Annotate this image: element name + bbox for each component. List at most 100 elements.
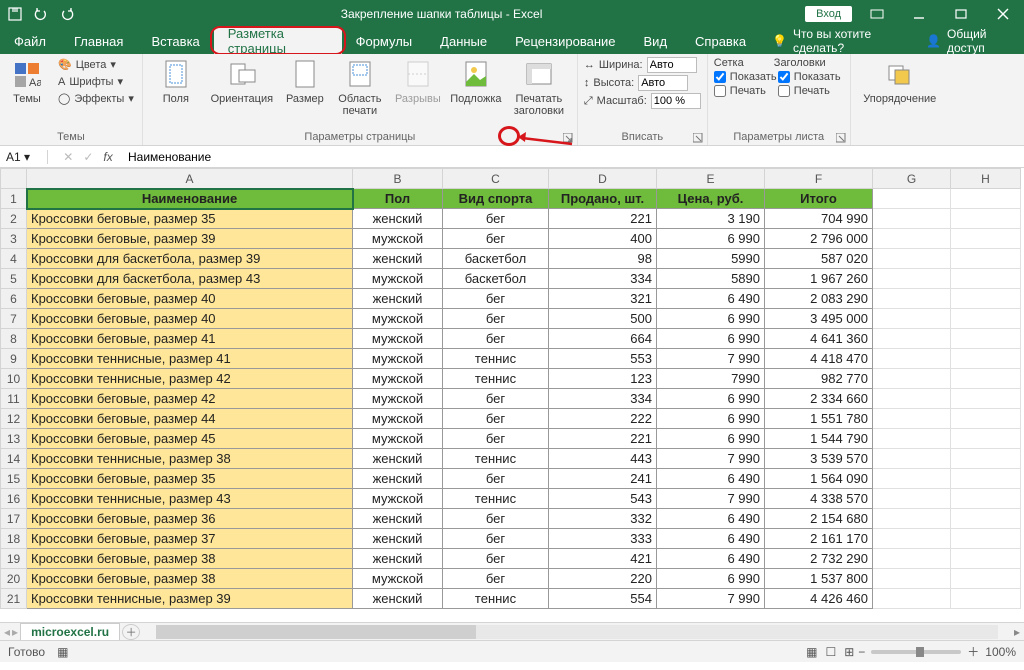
cell[interactable] — [951, 409, 1021, 429]
cell[interactable]: Кроссовки беговые, размер 45 — [27, 429, 353, 449]
cell[interactable] — [873, 389, 951, 409]
gridlines-print-check[interactable]: Печать — [714, 85, 774, 97]
cell[interactable]: 543 — [549, 489, 657, 509]
cell[interactable] — [951, 549, 1021, 569]
undo-icon[interactable] — [30, 3, 52, 25]
cell[interactable]: бег — [443, 389, 549, 409]
cell[interactable]: Кроссовки для баскетбола, размер 39 — [27, 249, 353, 269]
row-header[interactable]: 4 — [1, 249, 27, 269]
cell[interactable] — [873, 489, 951, 509]
row-header[interactable]: 14 — [1, 449, 27, 469]
cell[interactable] — [873, 329, 951, 349]
cell[interactable]: Кроссовки беговые, размер 35 — [27, 469, 353, 489]
col-header[interactable]: E — [657, 169, 765, 189]
tab-review[interactable]: Рецензирование — [501, 28, 629, 54]
cell[interactable]: 500 — [549, 309, 657, 329]
cell[interactable]: 400 — [549, 229, 657, 249]
cell[interactable] — [951, 369, 1021, 389]
orientation-button[interactable]: Ориентация — [207, 57, 277, 107]
cell[interactable]: 5890 — [657, 269, 765, 289]
cell[interactable]: 7 990 — [657, 489, 765, 509]
cell[interactable] — [873, 469, 951, 489]
cell[interactable]: 443 — [549, 449, 657, 469]
background-button[interactable]: Подложка — [449, 57, 503, 107]
cell[interactable]: 982 770 — [765, 369, 873, 389]
cell[interactable]: 123 — [549, 369, 657, 389]
row-header[interactable]: 12 — [1, 409, 27, 429]
cell[interactable]: баскетбол — [443, 249, 549, 269]
cell[interactable]: 664 — [549, 329, 657, 349]
cell[interactable]: Кроссовки теннисные, размер 38 — [27, 449, 353, 469]
tab-file[interactable]: Файл — [0, 28, 60, 54]
cell[interactable]: Кроссовки беговые, размер 40 — [27, 309, 353, 329]
row-header[interactable]: 18 — [1, 529, 27, 549]
zoom-out-icon[interactable]: − — [858, 645, 865, 659]
cell[interactable] — [873, 229, 951, 249]
view-page-break-icon[interactable]: ⊞ — [840, 645, 858, 659]
cell[interactable]: теннис — [443, 489, 549, 509]
cell[interactable] — [873, 409, 951, 429]
cell[interactable] — [951, 269, 1021, 289]
tab-page-layout[interactable]: Разметка страницы — [214, 28, 342, 54]
row-header[interactable]: 6 — [1, 289, 27, 309]
cell[interactable] — [951, 489, 1021, 509]
col-header[interactable]: G — [873, 169, 951, 189]
arrange-button[interactable]: Упорядочение — [857, 57, 943, 107]
cell[interactable]: 553 — [549, 349, 657, 369]
cell[interactable]: 241 — [549, 469, 657, 489]
cell[interactable]: Кроссовки теннисные, размер 39 — [27, 589, 353, 609]
themes-button[interactable]: Aa Темы — [6, 57, 48, 107]
width-input[interactable] — [647, 57, 697, 73]
theme-colors[interactable]: 🎨Цвета ▾ — [56, 57, 136, 72]
scroll-right-icon[interactable]: ▸ — [1010, 625, 1024, 639]
row-header[interactable]: 9 — [1, 349, 27, 369]
cell[interactable]: 334 — [549, 269, 657, 289]
cell[interactable] — [873, 529, 951, 549]
cell[interactable]: 1 967 260 — [765, 269, 873, 289]
cell[interactable]: 222 — [549, 409, 657, 429]
formula-input[interactable] — [128, 150, 528, 164]
row-header[interactable]: 11 — [1, 389, 27, 409]
cell[interactable]: мужской — [353, 489, 443, 509]
breaks-button[interactable]: Разрывы — [391, 57, 445, 107]
sheet-tab[interactable]: microexcel.ru — [20, 623, 120, 640]
cell[interactable] — [873, 589, 951, 609]
table-header-cell[interactable]: Цена, руб. — [657, 189, 765, 209]
cell[interactable]: Кроссовки беговые, размер 39 — [27, 229, 353, 249]
cell[interactable]: 6 990 — [657, 329, 765, 349]
cell[interactable]: 4 338 570 — [765, 489, 873, 509]
col-header[interactable]: H — [951, 169, 1021, 189]
cell[interactable]: 6 490 — [657, 289, 765, 309]
print-titles-button[interactable]: Печатать заголовки — [507, 57, 571, 119]
ribbon-display-icon[interactable] — [860, 4, 894, 24]
cell[interactable]: бег — [443, 309, 549, 329]
cell[interactable]: бег — [443, 569, 549, 589]
cell[interactable]: 7 990 — [657, 449, 765, 469]
cell[interactable]: 6 990 — [657, 429, 765, 449]
cell[interactable]: 221 — [549, 429, 657, 449]
cell[interactable]: 98 — [549, 249, 657, 269]
cell[interactable] — [951, 249, 1021, 269]
tab-insert[interactable]: Вставка — [137, 28, 213, 54]
table-header-cell[interactable]: Наименование — [27, 189, 353, 209]
cell[interactable]: 5990 — [657, 249, 765, 269]
cell[interactable]: женский — [353, 529, 443, 549]
cell[interactable]: 2 732 290 — [765, 549, 873, 569]
cell[interactable]: 2 161 170 — [765, 529, 873, 549]
cell[interactable]: 221 — [549, 209, 657, 229]
cell[interactable] — [951, 449, 1021, 469]
cell[interactable]: бег — [443, 289, 549, 309]
row-header[interactable]: 7 — [1, 309, 27, 329]
cell[interactable]: женский — [353, 249, 443, 269]
scale-input[interactable] — [651, 93, 701, 109]
cell[interactable]: бег — [443, 469, 549, 489]
cell[interactable]: женский — [353, 589, 443, 609]
cell[interactable]: 6 990 — [657, 409, 765, 429]
cell[interactable]: мужской — [353, 269, 443, 289]
cancel-icon[interactable]: ✕ — [63, 150, 73, 164]
cell[interactable]: 6 490 — [657, 529, 765, 549]
view-normal-icon[interactable]: ▦ — [802, 645, 821, 659]
cell[interactable] — [951, 569, 1021, 589]
minimize-icon[interactable] — [902, 4, 936, 24]
tab-home[interactable]: Главная — [60, 28, 137, 54]
